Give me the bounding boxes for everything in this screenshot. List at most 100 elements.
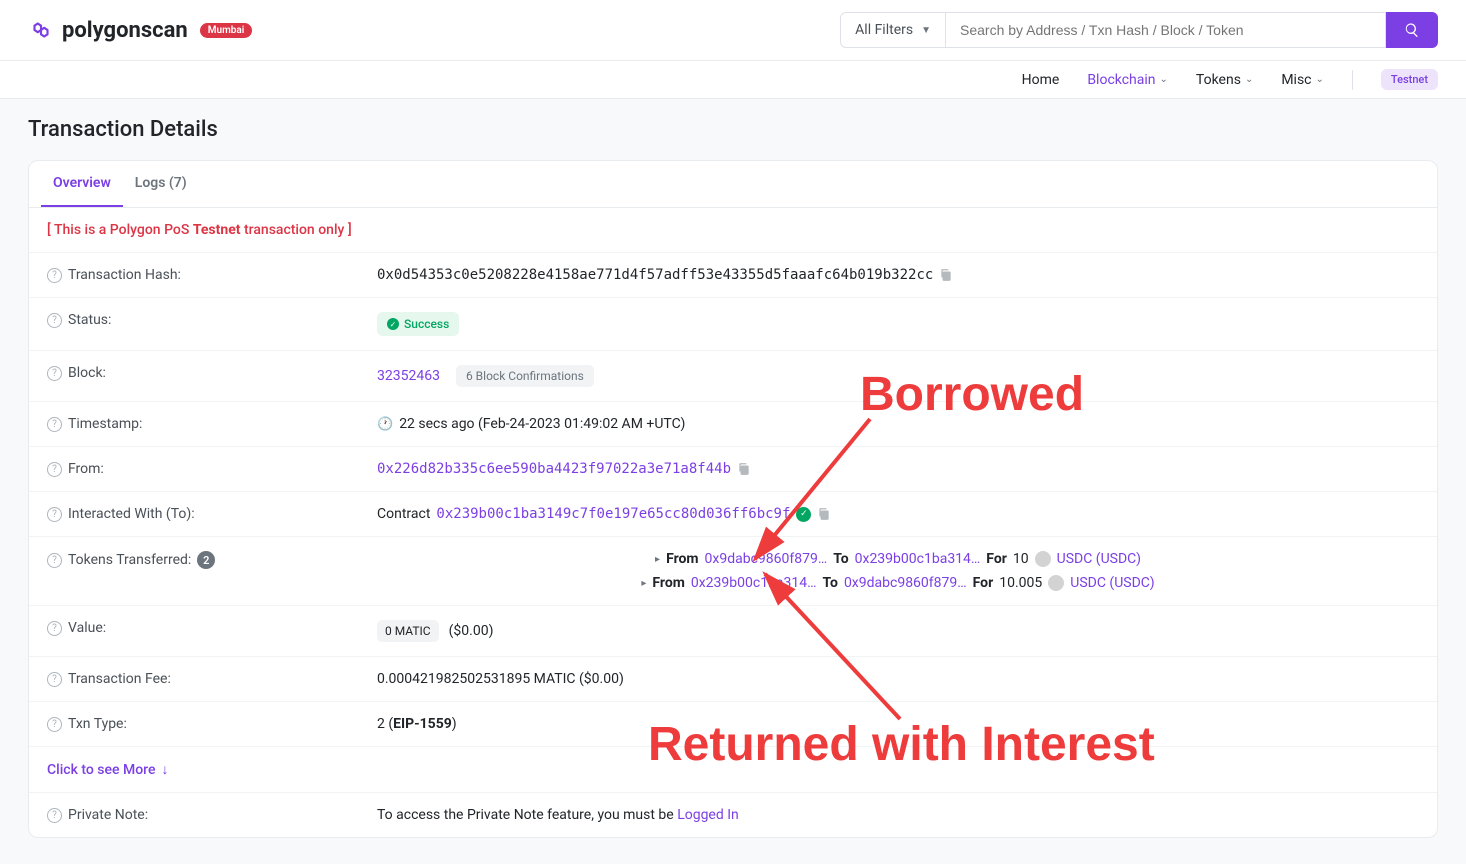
- see-more-link[interactable]: Click to see More ↓: [47, 761, 168, 778]
- transfer-amount: 10: [1013, 551, 1029, 567]
- transfer-amount: 10.005: [999, 575, 1042, 591]
- row-fee: ? Transaction Fee: 0.000421982502531895 …: [29, 656, 1437, 701]
- help-icon[interactable]: ?: [47, 672, 62, 687]
- transfer-from-label: From: [666, 551, 698, 567]
- help-icon[interactable]: ?: [47, 462, 62, 477]
- tab-logs[interactable]: Logs (7): [123, 161, 199, 207]
- label-txntype-text: Txn Type:: [68, 716, 127, 732]
- label-note-text: Private Note:: [68, 807, 148, 823]
- label-tokens-text: Tokens Transferred:: [68, 552, 191, 568]
- chevron-down-icon: ⌄: [1160, 74, 1168, 85]
- row-txhash: ? Transaction Hash: 0x0d54353c0e5208228e…: [29, 252, 1437, 297]
- help-icon[interactable]: ?: [47, 313, 62, 328]
- token-icon: [1035, 551, 1051, 567]
- search-icon: [1404, 22, 1420, 38]
- transfer-token-link[interactable]: USDC (USDC): [1057, 551, 1141, 567]
- nav-bar: Home Blockchain ⌄ Tokens ⌄ Misc ⌄ Testne…: [0, 61, 1466, 99]
- from-link[interactable]: 0x226d82b335c6ee590ba4423f97022a3e71a8f4…: [377, 461, 731, 477]
- transfer-to-link[interactable]: 0x239b00c1ba314…: [855, 551, 981, 567]
- logo[interactable]: polygonscan Mumbai: [28, 17, 252, 43]
- value-note: To access the Private Note feature, you …: [377, 807, 1419, 823]
- to-link[interactable]: 0x239b00c1ba3149c7f0e197e65cc80d036ff6bc…: [436, 506, 790, 522]
- check-icon: ✓: [387, 318, 399, 330]
- row-tokens: ? Tokens Transferred: 2 ▸ From 0x9dabc98…: [29, 536, 1437, 605]
- status-text: Success: [404, 317, 449, 331]
- row-timestamp: ? Timestamp: 🕐 22 secs ago (Feb-24-2023 …: [29, 401, 1437, 446]
- transfer-from-label: From: [652, 575, 684, 591]
- value-fee: 0.000421982502531895 MATIC ($0.00): [377, 671, 1419, 687]
- nav-tokens-label: Tokens: [1196, 72, 1241, 88]
- label-timestamp-text: Timestamp:: [68, 416, 142, 432]
- help-icon[interactable]: ?: [47, 717, 62, 732]
- transfer-to-label: To: [823, 575, 838, 591]
- help-icon[interactable]: ?: [47, 268, 62, 283]
- txntype-bold: EIP-1559: [393, 716, 452, 732]
- help-icon[interactable]: ?: [47, 553, 62, 568]
- block-link[interactable]: 32352463: [377, 368, 440, 384]
- notice-prefix: [ This is a Polygon PoS: [47, 222, 193, 238]
- notice-suffix: transaction only ]: [241, 222, 352, 238]
- row-value: ? Value: 0 MATIC ($0.00): [29, 605, 1437, 656]
- row-note: ? Private Note: To access the Private No…: [29, 792, 1437, 837]
- help-icon[interactable]: ?: [47, 417, 62, 432]
- top-header: polygonscan Mumbai All Filters ▼: [0, 0, 1466, 61]
- transfer-from-link[interactable]: 0x239b00c1ba314…: [691, 575, 817, 591]
- txhash-text: 0x0d54353c0e5208228e4158ae771d4f57adff53…: [377, 267, 933, 283]
- copy-icon[interactable]: [737, 462, 751, 476]
- label-timestamp: ? Timestamp:: [47, 416, 377, 432]
- label-to-text: Interacted With (To):: [68, 506, 195, 522]
- txntype-suffix: ): [452, 716, 457, 732]
- copy-icon[interactable]: [817, 507, 831, 521]
- label-value-text: Value:: [68, 620, 106, 636]
- clock-icon: 🕐: [377, 417, 393, 432]
- fee-text: 0.000421982502531895 MATIC ($0.00): [377, 671, 624, 687]
- polygon-logo-icon: [28, 17, 54, 43]
- testnet-notice: [ This is a Polygon PoS Testnet transact…: [29, 208, 1437, 252]
- help-icon[interactable]: ?: [47, 621, 62, 636]
- label-txhash-text: Transaction Hash:: [68, 267, 181, 283]
- verified-icon: ✓: [796, 507, 811, 522]
- search-input[interactable]: [946, 12, 1386, 48]
- copy-icon[interactable]: [939, 268, 953, 282]
- nav-misc[interactable]: Misc ⌄: [1281, 72, 1324, 88]
- transfer-to-link[interactable]: 0x9dabc9860f879…: [844, 575, 967, 591]
- confirmations-badge: 6 Block Confirmations: [456, 365, 594, 387]
- logo-text: polygonscan: [62, 18, 188, 43]
- nav-blockchain[interactable]: Blockchain ⌄: [1087, 72, 1168, 88]
- filter-dropdown[interactable]: All Filters ▼: [840, 12, 946, 48]
- label-fee: ? Transaction Fee:: [47, 671, 377, 687]
- testnet-pill[interactable]: Testnet: [1381, 69, 1438, 90]
- search-area: All Filters ▼: [840, 12, 1438, 48]
- value-status: ✓ Success: [377, 312, 1419, 336]
- transfer-for-label: For: [986, 551, 1007, 567]
- value-from: 0x226d82b335c6ee590ba4423f97022a3e71a8f4…: [377, 461, 1419, 477]
- transfer-for-label: For: [973, 575, 994, 591]
- row-to: ? Interacted With (To): Contract 0x239b0…: [29, 491, 1437, 536]
- arrow-down-icon: ↓: [161, 761, 168, 778]
- label-from: ? From:: [47, 461, 377, 477]
- note-prefix: To access the Private Note feature, you …: [377, 807, 677, 823]
- row-txntype: ? Txn Type: 2 (EIP-1559): [29, 701, 1437, 746]
- tabs: Overview Logs (7): [29, 161, 1437, 208]
- help-icon[interactable]: ?: [47, 808, 62, 823]
- label-status: ? Status:: [47, 312, 377, 328]
- tokens-count-badge: 2: [197, 551, 215, 569]
- nav-tokens[interactable]: Tokens ⌄: [1196, 72, 1253, 88]
- login-link[interactable]: Logged In: [677, 807, 739, 823]
- label-txntype: ? Txn Type:: [47, 716, 377, 732]
- value-to: Contract 0x239b00c1ba3149c7f0e197e65cc80…: [377, 506, 1419, 522]
- help-icon[interactable]: ?: [47, 366, 62, 381]
- transfer-token-link[interactable]: USDC (USDC): [1070, 575, 1154, 591]
- transfer-from-link[interactable]: 0x9dabc9860f879…: [705, 551, 828, 567]
- value-usd: ($0.00): [449, 623, 494, 639]
- caret-icon: ▸: [655, 554, 660, 565]
- to-prefix: Contract: [377, 506, 430, 522]
- value-txhash: 0x0d54353c0e5208228e4158ae771d4f57adff53…: [377, 267, 1419, 283]
- nav-blockchain-label: Blockchain: [1087, 72, 1155, 88]
- nav-home[interactable]: Home: [1022, 72, 1060, 88]
- txntype-prefix: 2 (: [377, 716, 393, 732]
- search-button[interactable]: [1386, 12, 1438, 48]
- help-icon[interactable]: ?: [47, 507, 62, 522]
- see-more-text: Click to see More: [47, 762, 155, 778]
- tab-overview[interactable]: Overview: [41, 161, 123, 207]
